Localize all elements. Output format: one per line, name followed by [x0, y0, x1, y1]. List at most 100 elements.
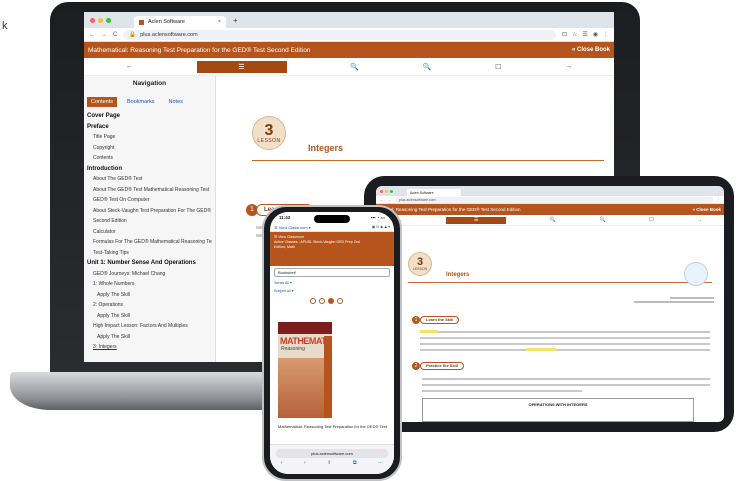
next-page-icon[interactable]: → [565, 63, 572, 70]
nav-item[interactable]: Contents [87, 153, 212, 164]
tablet-lesson-badge: 3 LESSON [408, 252, 432, 276]
new-tab-button[interactable]: + [233, 16, 238, 25]
phone-url-field[interactable]: plus.aclensoftware.com [276, 449, 388, 458]
dynamic-island [314, 215, 350, 223]
zoom-in-icon[interactable]: 🔍 [550, 217, 556, 223]
tab-notes[interactable]: Notes [165, 97, 187, 107]
bookshelf-select[interactable]: Bookshelf [274, 268, 390, 277]
phone-screen: 11:43 ▪▪▪ ◔ ▭ ☰ View Classroom ▾ ▣ ⊡ ◉ ♟… [270, 212, 394, 474]
header-icons[interactable]: ▣ ⊡ ◉ ♟ ▾ [372, 225, 390, 229]
nav-item[interactable]: About The GED® Test Mathematical Reasoni… [87, 185, 212, 196]
extension-icon[interactable]: ⊡ [562, 31, 567, 38]
book-title: Mathematical: Reasoning Test Preparation… [88, 46, 311, 54]
status-icons: ▪▪▪ ◔ ▭ [370, 214, 385, 220]
url-text: plus.aclensoftware.com [140, 31, 198, 38]
nav-item[interactable]: 2: Operations [87, 300, 212, 311]
bookmark-star-icon[interactable]: ☆ [572, 31, 577, 38]
cropped-text-fragment: k [2, 20, 8, 32]
next-page-icon[interactable]: → [697, 217, 702, 223]
browser-menu-icon[interactable]: ⋮ [717, 198, 721, 202]
prev-page-icon[interactable]: ← [126, 63, 133, 70]
nav-item[interactable]: About The GED® Test [87, 174, 212, 185]
close-book-button[interactable]: « Close Book [572, 47, 610, 53]
window-minimize-dot[interactable] [385, 189, 388, 193]
carousel-dot-active[interactable] [328, 298, 334, 304]
nav-item[interactable]: Introduction [87, 164, 212, 175]
view-classroom-menu[interactable]: ☰ View Classroom ▾ [274, 225, 311, 230]
series-filter[interactable]: Series All ▾ [270, 279, 394, 287]
nav-item[interactable]: Calculator [87, 227, 212, 238]
forward-icon[interactable]: → [388, 198, 392, 202]
more-icon[interactable]: ⋯ [378, 460, 383, 466]
book-list-title[interactable]: Mathematical: Reasoning Test Preparation… [278, 424, 388, 429]
tablet-book-title: matical: Reasoning Test Preparation for … [379, 207, 521, 212]
window-close-dot[interactable] [380, 189, 383, 193]
search-icon[interactable]: 🔍 [599, 217, 605, 223]
operations-table: OPERATIONS WITH INTEGERS [422, 398, 694, 422]
subject-filter[interactable]: Subject All ▾ [270, 287, 394, 295]
tablet-screen: Aclen Software ← → plus.aclensoftware.co… [376, 186, 724, 422]
share-icon[interactable]: ⇪ [327, 460, 331, 466]
nav-item[interactable]: Preface [87, 122, 212, 133]
nav-item[interactable]: Copyright [87, 143, 212, 154]
back-icon[interactable]: ← [380, 198, 384, 202]
search-icon[interactable]: 🔍 [423, 63, 432, 71]
nav-item[interactable]: Title Page [87, 132, 212, 143]
nav-item[interactable]: High Impact Lesson: Factors And Multiple… [87, 321, 212, 332]
book-header: Mathematical: Reasoning Test Preparation… [84, 42, 614, 58]
nav-item[interactable]: Apply The Skill [87, 332, 212, 343]
nav-item[interactable]: Unit 1: Number Sense And Operations [87, 258, 212, 269]
nav-item[interactable]: Second Edition [87, 216, 212, 227]
nav-item[interactable]: Test-Taking Tips [87, 248, 212, 259]
nav-item[interactable]: Apply The Skill [87, 290, 212, 301]
nav-item[interactable]: Cover Page [87, 111, 212, 122]
browser-address-bar: ← → C 🔒 plus.aclensoftware.com ⊡ ☆ ☰ ◉ ⋮ [84, 28, 614, 42]
carousel-dot[interactable] [319, 298, 325, 304]
reload-icon[interactable]: C [113, 32, 117, 38]
nav-item[interactable]: 3: Integers [87, 342, 212, 353]
tablet-browser-tab[interactable]: Aclen Software [407, 189, 461, 196]
carousel-dot[interactable] [310, 298, 316, 304]
lesson-title: Integers [308, 143, 344, 153]
carousel-dots [270, 298, 394, 304]
nav-item[interactable]: About Steck-Vaughn Test Preparation For … [87, 206, 212, 217]
nav-item[interactable]: GED® Journeys: Michael Chang [87, 269, 212, 280]
browser-menu-icon[interactable]: ⋮ [603, 31, 609, 38]
tablet-close-book-button[interactable]: « Close Book [692, 207, 721, 212]
carousel-dot[interactable] [337, 298, 343, 304]
back-icon[interactable]: ← [89, 32, 95, 38]
tab-contents[interactable]: Contents [87, 97, 118, 107]
reading-list-icon[interactable]: ☰ [582, 31, 587, 38]
forward-icon[interactable]: › [304, 460, 306, 466]
window-close-dot[interactable] [90, 17, 95, 23]
nav-item[interactable]: Formulas For The GED® Mathematical Reaso… [87, 237, 212, 248]
window-minimize-dot[interactable] [98, 17, 103, 23]
profile-icon[interactable]: ◉ [593, 31, 598, 38]
nav-item[interactable]: GED® Test On Computer [87, 195, 212, 206]
toc-toggle-button[interactable]: ☰ [446, 216, 507, 224]
tablet-book-header: matical: Reasoning Test Preparation for … [376, 204, 724, 215]
text-line [420, 349, 710, 351]
book-cover[interactable]: MATHEMATICAL Reasoning [278, 322, 332, 418]
tabs-icon[interactable]: ⧉ [353, 460, 357, 466]
forward-icon[interactable]: → [101, 32, 107, 38]
nav-item[interactable]: Apply The Skill [87, 311, 212, 322]
window-zoom-dot[interactable] [390, 189, 393, 193]
tablet-url-input[interactable]: plus.aclensoftware.com [395, 196, 713, 203]
tab-bookmarks[interactable]: Bookmarks [123, 97, 159, 107]
window-zoom-dot[interactable] [106, 17, 111, 23]
toc-toggle-button[interactable]: ☰ [196, 60, 287, 73]
highlight [526, 348, 556, 351]
nav-item[interactable]: 1: Whole Numbers [87, 279, 212, 290]
status-time: 11:43 [279, 215, 291, 220]
back-icon[interactable]: ‹ [281, 460, 283, 466]
url-input[interactable]: 🔒 plus.aclensoftware.com [123, 29, 556, 40]
bookmark-icon[interactable]: ☐ [495, 63, 501, 71]
tab-close-icon[interactable]: × [218, 19, 221, 25]
cover-spine [324, 336, 332, 418]
browser-tab[interactable]: Aclen Software × [134, 16, 226, 28]
active-class-banner: ☰ View Classroom Active Classes ; APUSL … [270, 232, 394, 266]
tablet-address-bar: ← → plus.aclensoftware.com ⋮ [376, 196, 724, 204]
bookmark-icon[interactable]: ☐ [649, 217, 653, 223]
zoom-in-icon[interactable]: 🔍 [350, 63, 359, 71]
